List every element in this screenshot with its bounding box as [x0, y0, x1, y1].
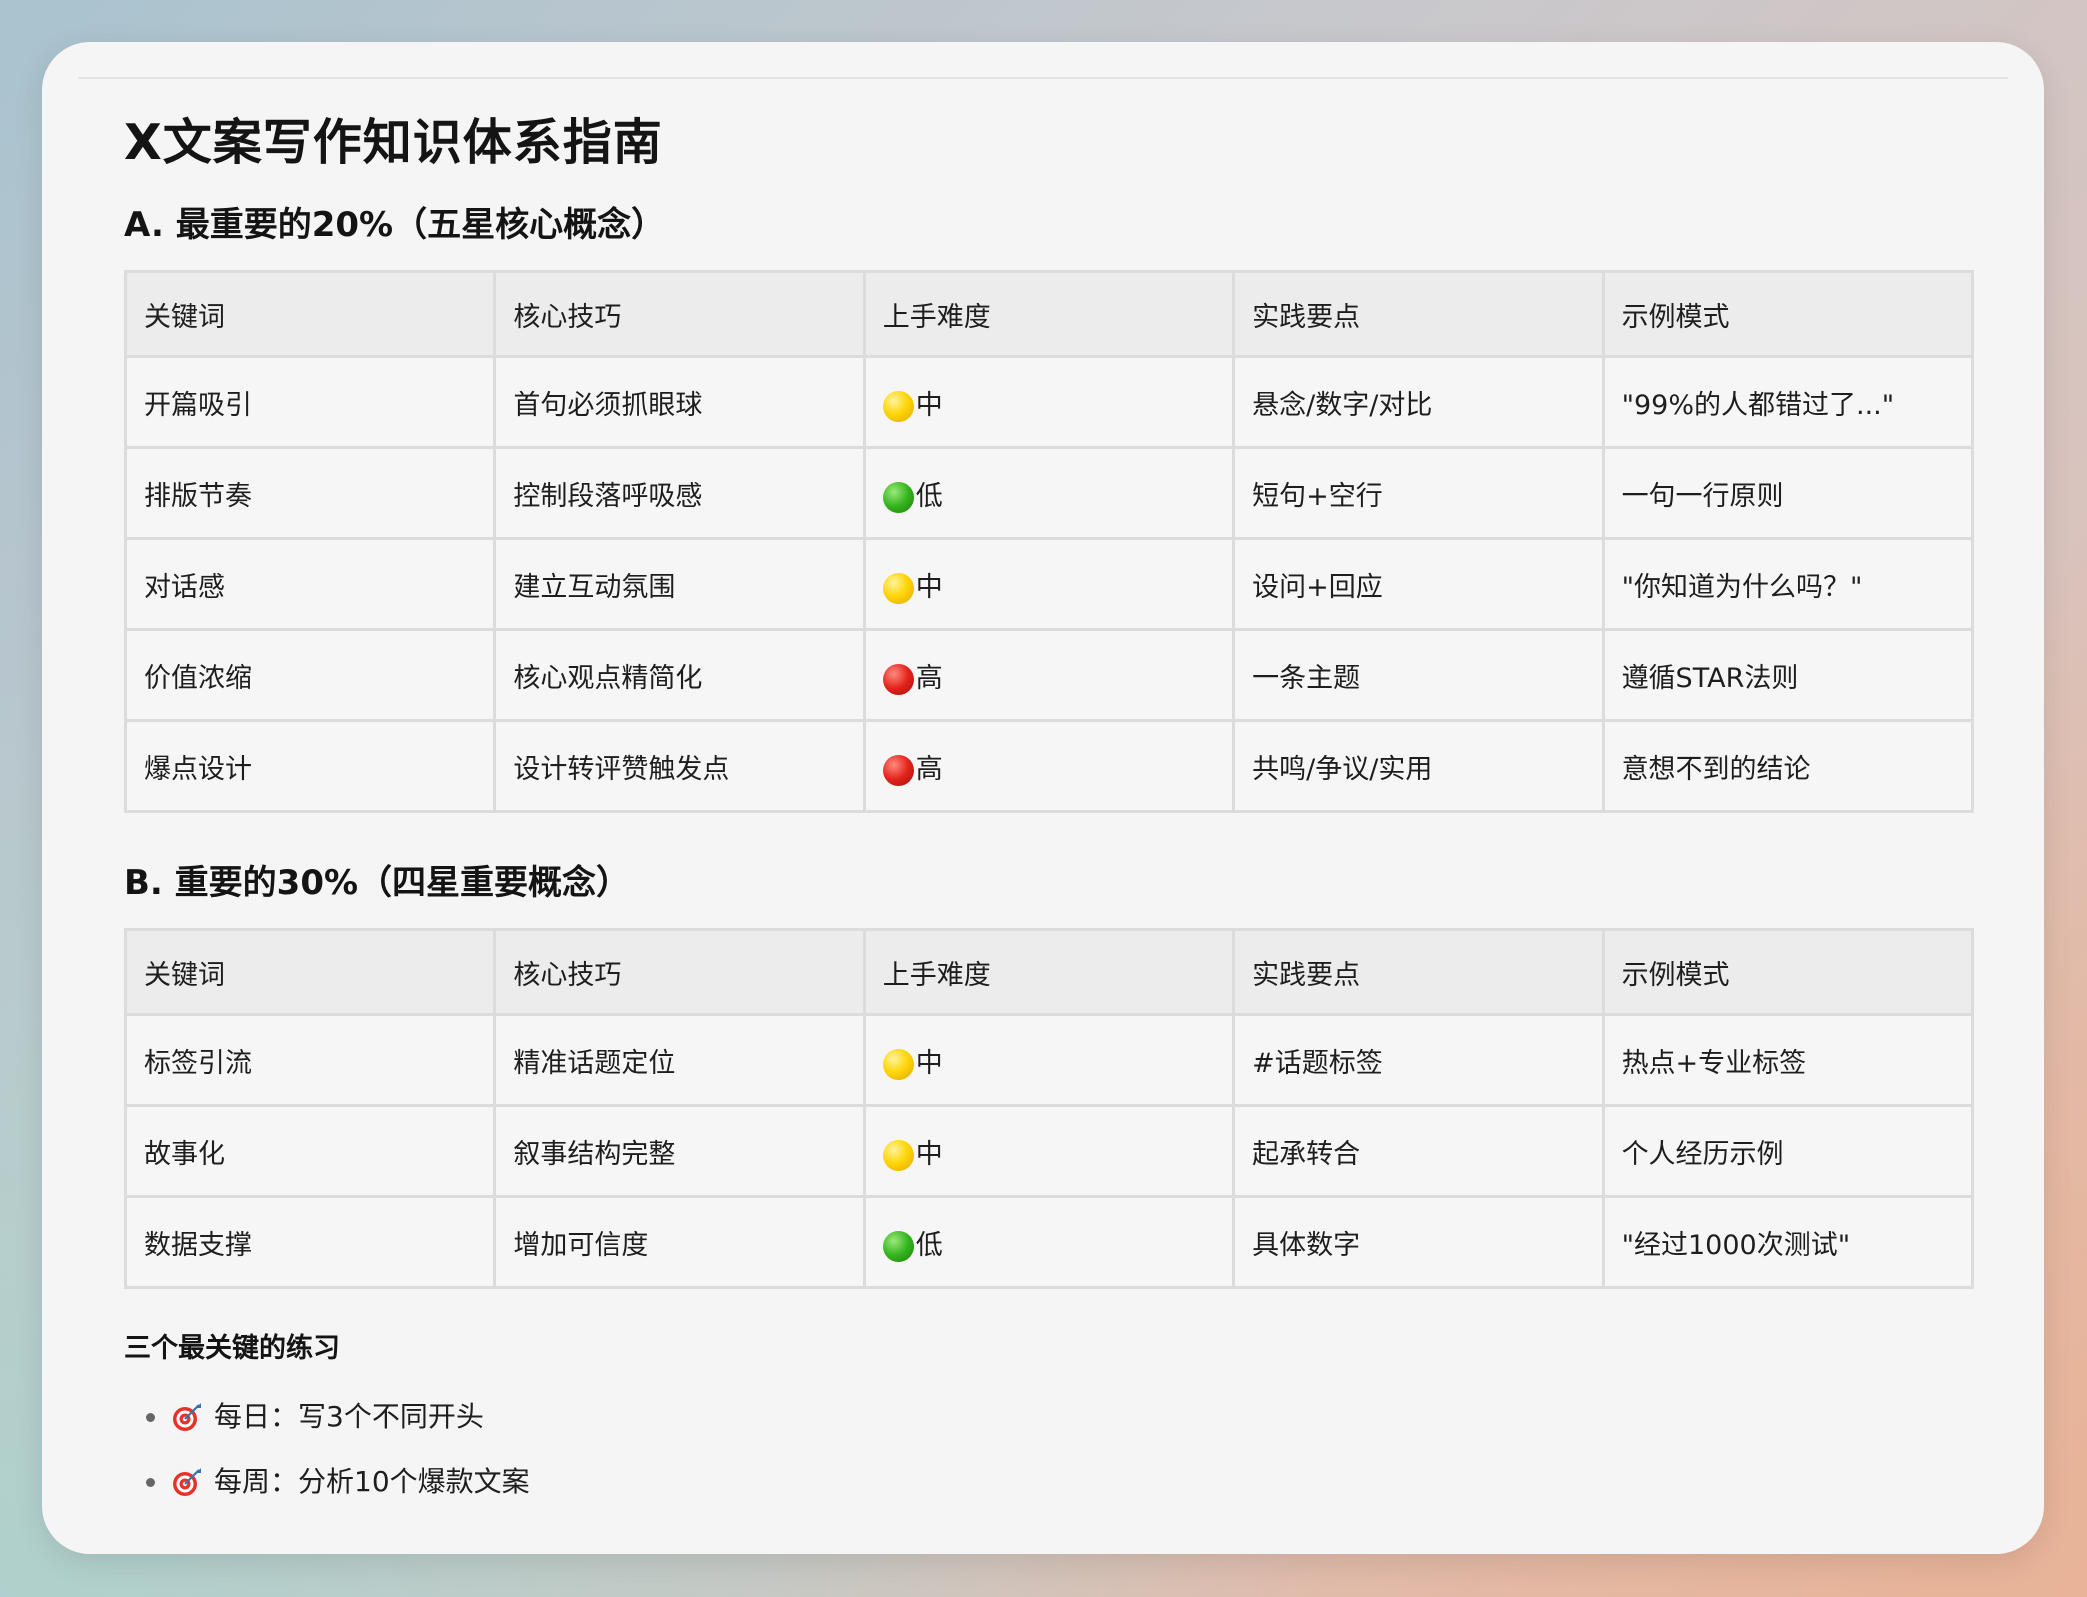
header-key-point: 实践要点: [1232, 928, 1605, 1016]
cell-difficulty: 中: [862, 1104, 1236, 1198]
cell-key-point: 一条主题: [1232, 628, 1605, 722]
difficulty-label: 中: [915, 1138, 943, 1170]
difficulty-label: 高: [915, 753, 943, 785]
table-row: 标签引流 精准话题定位 中 #话题标签 热点+专业标签: [123, 1013, 1975, 1107]
table-row: 开篇吸引 首句必须抓眼球 中 悬念/数字/对比 "99%的人都错过了...": [123, 355, 1975, 449]
green-circle-icon: [882, 481, 914, 513]
list-item: 每周：分析10个爆款文案: [124, 1449, 1974, 1514]
header-technique: 核心技巧: [493, 270, 866, 358]
table-row: 对话感 建立互动氛围 中 设问+回应 "你知道为什么吗？": [123, 537, 1975, 631]
table-row: 数据支撑 增加可信度 低 具体数字 "经过1000次测试": [123, 1195, 1975, 1289]
cell-technique: 精准话题定位: [493, 1013, 866, 1107]
cell-example: "99%的人都错过了...": [1601, 355, 1975, 449]
header-keyword: 关键词: [123, 270, 497, 358]
cell-keyword: 排版节奏: [123, 446, 497, 540]
document-card: X文案写作知识体系指南 A. 最重要的20%（五星核心概念） 关键词 核心技巧 …: [42, 42, 2044, 1554]
list-item: 每日：写3个不同开头: [124, 1384, 1974, 1449]
cell-key-point: 共鸣/争议/实用: [1232, 719, 1605, 813]
cell-keyword: 对话感: [123, 537, 497, 631]
cell-difficulty: 中: [862, 537, 1236, 631]
red-circle-icon: [882, 754, 914, 786]
cell-technique: 首句必须抓眼球: [493, 355, 866, 449]
red-circle-icon: [882, 663, 914, 695]
cell-technique: 增加可信度: [493, 1195, 866, 1289]
cell-keyword: 爆点设计: [123, 719, 497, 813]
cell-technique: 设计转评赞触发点: [493, 719, 866, 813]
table-row: 排版节奏 控制段落呼吸感 低 短句+空行 一句一行原则: [123, 446, 1975, 540]
cell-keyword: 数据支撑: [123, 1195, 497, 1289]
cell-key-point: 短句+空行: [1232, 446, 1605, 540]
table-row: 价值浓缩 核心观点精简化 高 一条主题 遵循STAR法则: [123, 628, 1975, 722]
cell-technique: 控制段落呼吸感: [493, 446, 866, 540]
table-row: 故事化 叙事结构完整 中 起承转合 个人经历示例: [123, 1104, 1975, 1198]
table-header-row: 关键词 核心技巧 上手难度 实践要点 示例模式: [123, 270, 1975, 358]
cell-technique: 叙事结构完整: [493, 1104, 866, 1198]
difficulty-label: 低: [915, 480, 943, 512]
yellow-circle-icon: [882, 1139, 914, 1171]
cell-difficulty: 低: [862, 1195, 1236, 1289]
target-icon: [173, 1403, 201, 1431]
cell-key-point: 具体数字: [1232, 1195, 1605, 1289]
green-circle-icon: [882, 1230, 914, 1262]
section-b-table: 关键词 核心技巧 上手难度 实践要点 示例模式 标签引流 精准话题定位 中 #话…: [123, 928, 1975, 1289]
cell-example: 个人经历示例: [1601, 1104, 1975, 1198]
cell-difficulty: 高: [862, 628, 1236, 722]
yellow-circle-icon: [882, 390, 914, 422]
header-example: 示例模式: [1601, 928, 1975, 1016]
cell-difficulty: 高: [862, 719, 1236, 813]
header-difficulty: 上手难度: [862, 928, 1236, 1016]
practice-list: 每日：写3个不同开头 每周：分析10个爆款文案: [124, 1384, 1974, 1514]
header-technique: 核心技巧: [493, 928, 866, 1016]
cell-example: 遵循STAR法则: [1601, 628, 1975, 722]
cell-difficulty: 低: [862, 446, 1236, 540]
header-difficulty: 上手难度: [862, 270, 1236, 358]
cell-example: "你知道为什么吗？": [1601, 537, 1975, 631]
section-b-heading: B. 重要的30%（四星重要概念）: [124, 863, 631, 903]
cell-keyword: 价值浓缩: [123, 628, 497, 722]
header-keyword: 关键词: [123, 928, 497, 1016]
header-example: 示例模式: [1601, 270, 1975, 358]
section-a-table: 关键词 核心技巧 上手难度 实践要点 示例模式 开篇吸引 首句必须抓眼球 中 悬…: [123, 270, 1975, 813]
document-content: X文案写作知识体系指南 A. 最重要的20%（五星核心概念） 关键词 核心技巧 …: [123, 98, 1975, 1514]
cell-example: 热点+专业标签: [1601, 1013, 1975, 1107]
practice-heading: 三个最关键的练习: [124, 1333, 340, 1364]
section-a-heading: A. 最重要的20%（五星核心概念）: [124, 205, 666, 245]
table-row: 爆点设计 设计转评赞触发点 高 共鸣/争议/实用 意想不到的结论: [123, 719, 1975, 813]
cell-key-point: 设问+回应: [1232, 537, 1605, 631]
difficulty-label: 低: [915, 1229, 943, 1261]
cell-keyword: 故事化: [123, 1104, 497, 1198]
cell-technique: 核心观点精简化: [493, 628, 866, 722]
top-divider: [78, 77, 2008, 79]
header-key-point: 实践要点: [1232, 270, 1605, 358]
practice-text: 每日：写3个不同开头: [214, 1400, 484, 1433]
yellow-circle-icon: [882, 572, 914, 604]
cell-example: 一句一行原则: [1601, 446, 1975, 540]
cell-keyword: 开篇吸引: [123, 355, 497, 449]
cell-technique: 建立互动氛围: [493, 537, 866, 631]
cell-key-point: 悬念/数字/对比: [1232, 355, 1605, 449]
cell-key-point: 起承转合: [1232, 1104, 1605, 1198]
difficulty-label: 中: [915, 571, 943, 603]
difficulty-label: 高: [915, 662, 943, 694]
target-icon: [173, 1468, 201, 1496]
difficulty-label: 中: [915, 389, 943, 421]
cell-keyword: 标签引流: [123, 1013, 497, 1107]
practice-text: 每周：分析10个爆款文案: [214, 1465, 530, 1498]
cell-difficulty: 中: [862, 1013, 1236, 1107]
cell-key-point: #话题标签: [1232, 1013, 1605, 1107]
cell-example: 意想不到的结论: [1601, 719, 1975, 813]
page-title: X文案写作知识体系指南: [124, 114, 663, 171]
cell-difficulty: 中: [862, 355, 1236, 449]
difficulty-label: 中: [915, 1047, 943, 1079]
cell-example: "经过1000次测试": [1601, 1195, 1975, 1289]
yellow-circle-icon: [882, 1048, 914, 1080]
table-header-row: 关键词 核心技巧 上手难度 实践要点 示例模式: [123, 928, 1975, 1016]
